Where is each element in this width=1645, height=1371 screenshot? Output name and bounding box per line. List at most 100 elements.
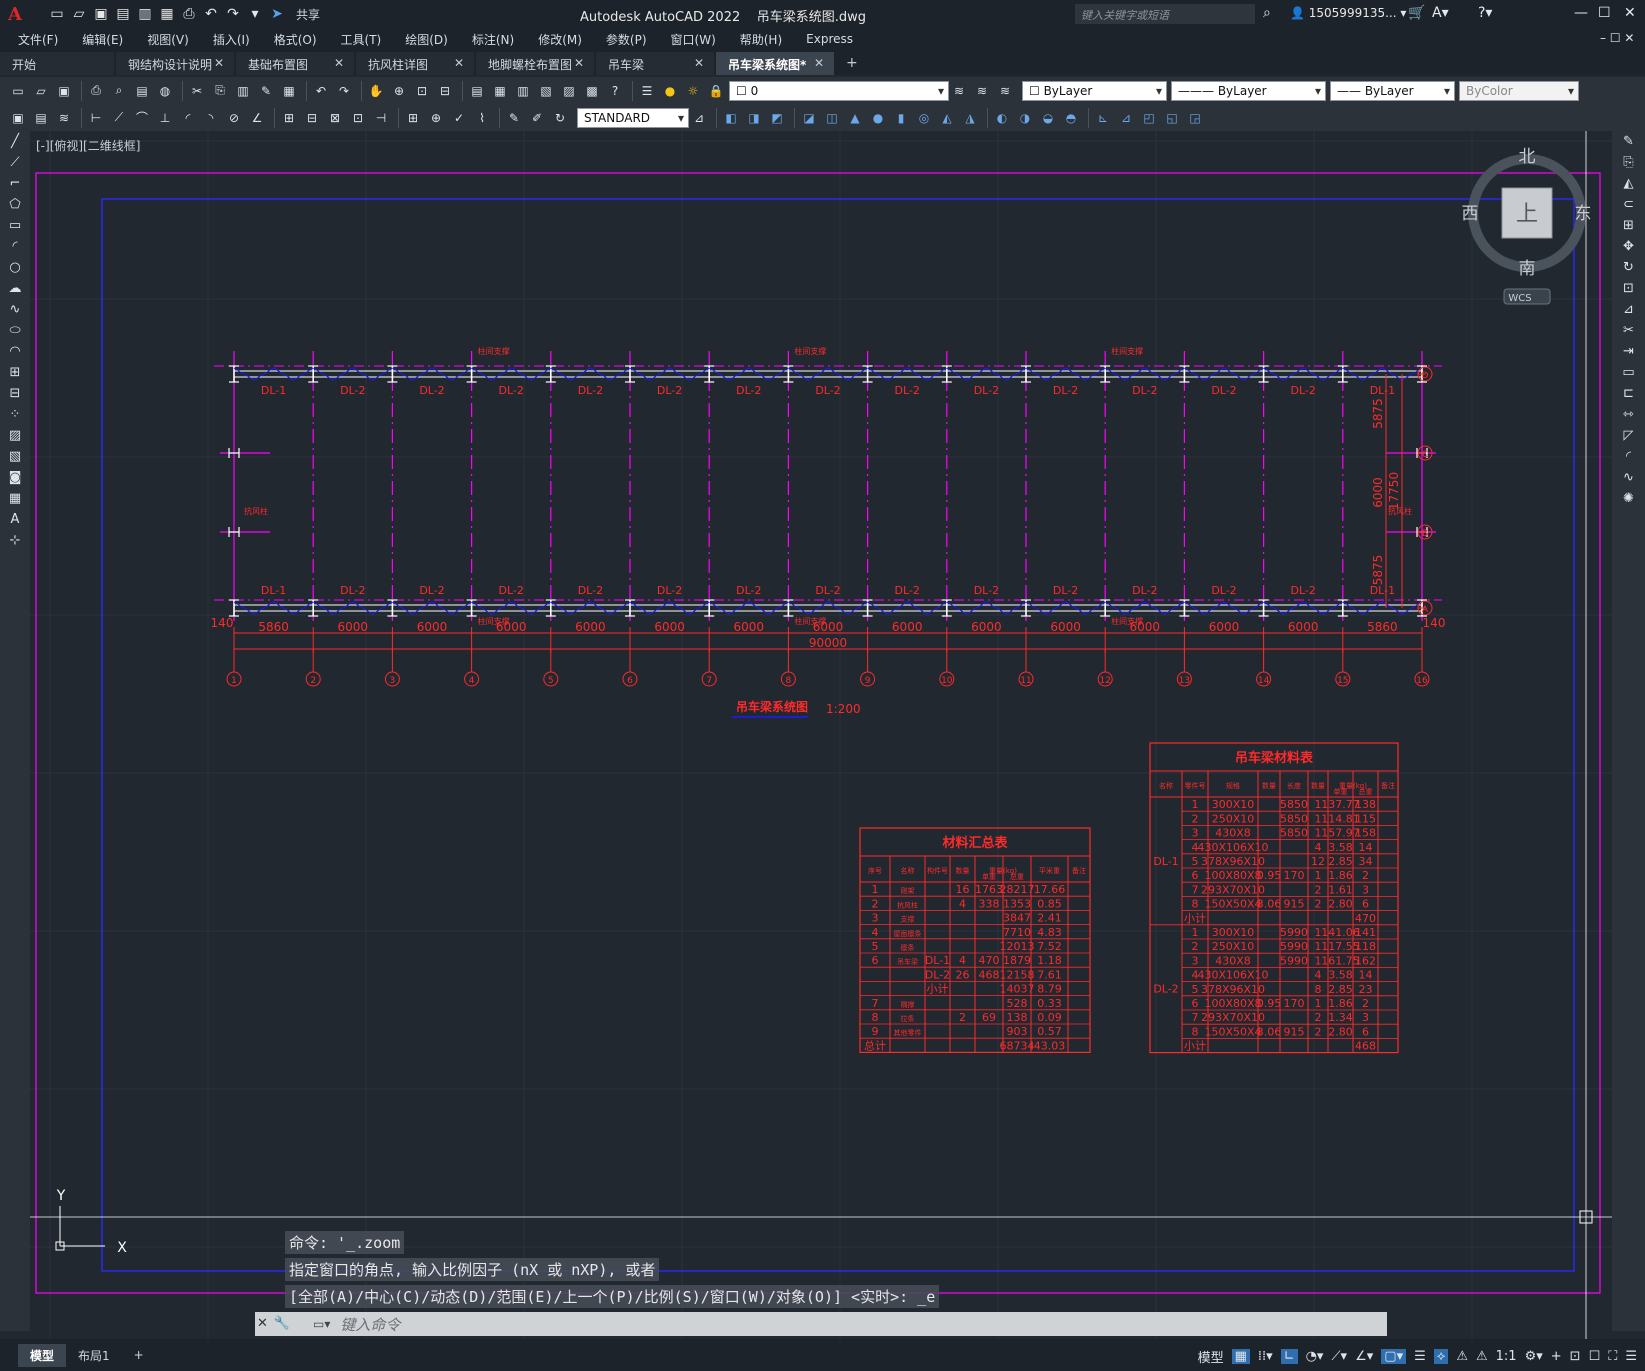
redo-icon-tb[interactable]: ↷ [334, 81, 354, 101]
gradient-icon[interactable]: ▧ [3, 446, 27, 467]
modeling-wedge-icon[interactable]: ◫ [822, 108, 842, 128]
baseline-dim-icon[interactable]: ⊟ [302, 108, 322, 128]
ucs-prev-icon[interactable]: ◰ [1139, 108, 1159, 128]
dim-space-icon[interactable]: ⊡ [348, 108, 368, 128]
color-dropdown[interactable]: ☐ ByLayer [1022, 80, 1167, 101]
jogged-dim-icon[interactable]: ◝ [201, 108, 221, 128]
layer-state-icon[interactable]: ≋ [995, 81, 1015, 101]
autocad-logo[interactable]: A [8, 4, 34, 25]
material-icon[interactable]: ◓ [1061, 108, 1081, 128]
arc-icon[interactable]: ◜ [3, 236, 27, 257]
user-account[interactable]: 👤 1505999135... ▾ [1290, 6, 1406, 20]
open-file-icon[interactable]: ▱ [70, 5, 88, 23]
region-icon[interactable]: ◙ [3, 467, 27, 488]
new-tab-icon[interactable]: + [836, 51, 868, 75]
command-input[interactable]: 键入命令 [340, 1314, 400, 1335]
user-tools-icon[interactable]: A▾ [1432, 5, 1449, 21]
cut-icon[interactable]: ✂ [187, 81, 207, 101]
tool-palettes-icon[interactable]: ▥ [513, 81, 533, 101]
fillet-icon[interactable]: ◜ [1617, 446, 1641, 467]
save-icon-tb[interactable]: ▣ [54, 81, 74, 101]
match-properties-icon[interactable]: ✎ [256, 81, 276, 101]
aligned-dim-icon[interactable]: ⟋ [109, 108, 129, 128]
modeling-box-icon[interactable]: ◪ [799, 108, 819, 128]
calculator-icon[interactable]: ▩ [582, 81, 602, 101]
ellipse-icon[interactable]: ⬭ [3, 320, 27, 341]
center-mark-icon[interactable]: ⊕ [426, 108, 446, 128]
menu-item[interactable]: 文件(F) [0, 31, 70, 48]
polyline-icon[interactable]: ⌐ [3, 173, 27, 194]
circle-icon[interactable]: ○ [3, 257, 27, 278]
publish-icon[interactable]: ▤ [132, 81, 152, 101]
view-front-icon[interactable]: ◧ [721, 108, 741, 128]
ellipse-arc-icon[interactable]: ◠ [3, 341, 27, 362]
lineweight-icon[interactable]: ☰ [1414, 1349, 1426, 1364]
dim-update-icon[interactable]: ↻ [550, 108, 570, 128]
polar-icon[interactable]: ◔▾ [1306, 1349, 1324, 1364]
otrack-icon[interactable]: ∠▾ [1355, 1349, 1373, 1364]
annotation-scale-value[interactable]: 1:1 [1496, 1349, 1517, 1364]
arc-length-icon[interactable]: ⌒ [132, 108, 152, 128]
continue-dim-icon[interactable]: ⊠ [325, 108, 345, 128]
make-block-icon[interactable]: ▤ [31, 108, 51, 128]
explode-icon[interactable]: ✺ [1617, 488, 1641, 509]
zoom-realtime-icon[interactable]: ⊕ [389, 81, 409, 101]
workspace-gear-icon[interactable]: ⚙▾ [1525, 1349, 1543, 1364]
tab-3[interactable]: 抗风柱详图 ✕ [356, 52, 474, 75]
point-icon[interactable]: ⁘ [3, 404, 27, 425]
menu-item[interactable]: 工具(T) [329, 31, 394, 48]
close-window-icon[interactable]: ✕ [1624, 5, 1636, 21]
close-tab-icon[interactable]: ✕ [214, 56, 224, 75]
chamfer-icon[interactable]: ◸ [1617, 425, 1641, 446]
grid-icon[interactable]: ▦ [1231, 1349, 1250, 1364]
modeling-torus-icon[interactable]: ◎ [914, 108, 934, 128]
share-icon[interactable]: ➤ [268, 5, 286, 23]
viewcube-north[interactable]: 北 [1519, 147, 1536, 167]
viewcube[interactable]: 上 北 南 西 东 WCS [1462, 147, 1592, 305]
insert-block-icon[interactable]: ▣ [8, 108, 28, 128]
open-icon[interactable]: ▱ [31, 81, 51, 101]
plotstyle-dropdown[interactable]: ByColor [1459, 80, 1579, 101]
tolerance-icon[interactable]: ⊞ [403, 108, 423, 128]
zoom-previous-icon[interactable]: ⊟ [435, 81, 455, 101]
sun-icon[interactable]: ☼ [683, 81, 703, 101]
revcloud-icon[interactable]: ☁ [3, 278, 27, 299]
rectangle-icon[interactable]: ▭ [3, 215, 27, 236]
menu-item[interactable]: 编辑(E) [70, 31, 135, 48]
paste-icon[interactable]: ▥ [233, 81, 253, 101]
break-icon[interactable]: ⊏ [1617, 383, 1641, 404]
radius-dim-icon[interactable]: ◜ [178, 108, 198, 128]
help-icon-tb[interactable]: ? [605, 81, 625, 101]
table-icon[interactable]: ▦ [3, 488, 27, 509]
menu-item[interactable]: 绘图(D) [393, 31, 460, 48]
menu-item[interactable]: 格式(O) [262, 31, 329, 48]
jogged-linear-icon[interactable]: ⌇ [472, 108, 492, 128]
mtext-icon[interactable]: A [3, 509, 27, 530]
save-web-icon[interactable]: ▦ [158, 5, 176, 23]
minimize-icon[interactable]: — [1574, 5, 1588, 21]
ordinate-dim-icon[interactable]: ⊥ [155, 108, 175, 128]
spline-icon[interactable]: ∿ [3, 299, 27, 320]
dim-text-edit-icon[interactable]: ✐ [527, 108, 547, 128]
preview-icon[interactable]: ⌕ [109, 81, 129, 101]
customize-command-icon[interactable]: 🔧 [274, 1316, 290, 1331]
menu-item[interactable]: 窗口(W) [659, 31, 728, 48]
line-icon[interactable]: ╱ [3, 131, 27, 152]
markup-icon[interactable]: ▨ [559, 81, 579, 101]
properties-icon[interactable]: ▤ [467, 81, 487, 101]
osnap-icon[interactable]: ▢▾ [1381, 1349, 1407, 1364]
new-icon[interactable]: ▭ [8, 81, 28, 101]
share-label[interactable]: 共享 [296, 6, 320, 23]
array-icon[interactable]: ⊞ [1617, 215, 1641, 236]
annotation-monitor-icon[interactable]: + [1551, 1349, 1562, 1364]
diameter-dim-icon[interactable]: ⊘ [224, 108, 244, 128]
viewcube-south[interactable]: 南 [1519, 259, 1536, 279]
sheet-set-icon[interactable]: ▧ [536, 81, 556, 101]
tab-0[interactable]: 开始 [0, 52, 114, 75]
plot-icon-tb[interactable]: ⎙ [86, 81, 106, 101]
layer-tools-icon[interactable]: ≋ [54, 108, 74, 128]
layer-properties-icon[interactable]: ☰ [637, 81, 657, 101]
annotation-visibility-icon[interactable]: ⚠ [1456, 1349, 1468, 1364]
cart-icon[interactable]: 🛒 [1408, 5, 1425, 21]
command-icon[interactable]: ▭▾ [313, 1317, 330, 1331]
